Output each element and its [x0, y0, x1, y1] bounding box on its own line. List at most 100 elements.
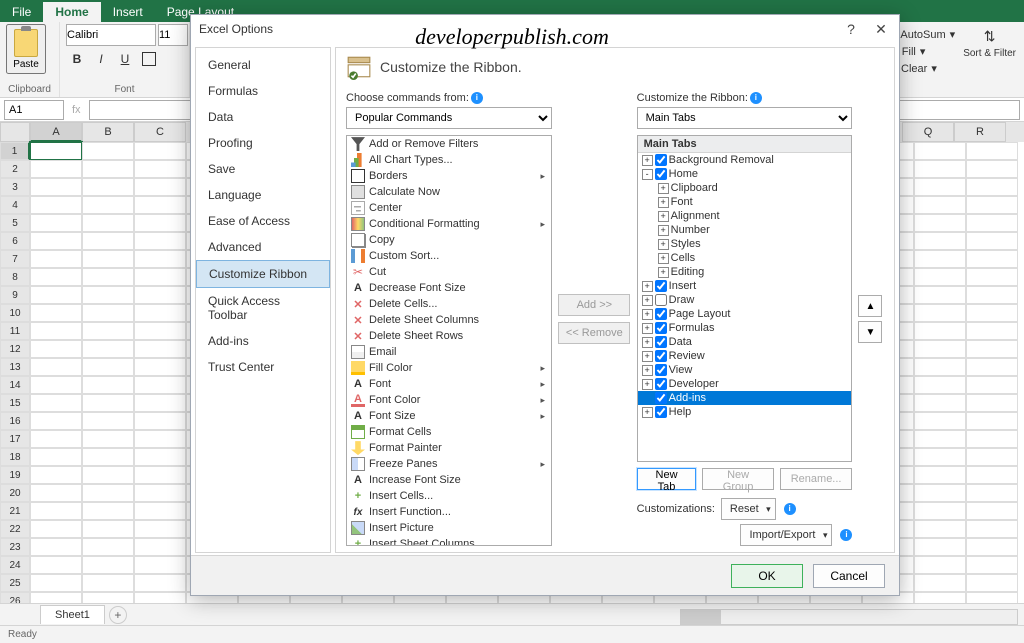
cell[interactable] — [134, 142, 186, 160]
command-item[interactable]: Freeze Panes▸ — [347, 456, 551, 472]
info-icon[interactable]: i — [840, 529, 852, 541]
row-header[interactable]: 6 — [0, 232, 30, 250]
info-icon[interactable]: i — [471, 92, 483, 104]
cell[interactable] — [30, 394, 82, 412]
row-header[interactable]: 14 — [0, 376, 30, 394]
row-header[interactable]: 11 — [0, 322, 30, 340]
cell[interactable] — [966, 574, 1018, 592]
tree-item-cells[interactable]: +Cells — [638, 251, 852, 265]
tree-item-number[interactable]: +Number — [638, 223, 852, 237]
nav-item-data[interactable]: Data — [196, 104, 330, 130]
row-header[interactable]: 7 — [0, 250, 30, 268]
command-item[interactable]: Conditional Formatting▸ — [347, 216, 551, 232]
cell[interactable] — [914, 520, 966, 538]
command-item[interactable]: ✕Delete Sheet Rows — [347, 328, 551, 344]
tree-checkbox[interactable] — [655, 378, 667, 390]
tree-checkbox[interactable] — [655, 280, 667, 292]
tree-checkbox[interactable] — [655, 308, 667, 320]
expand-icon[interactable]: + — [658, 253, 669, 264]
tree-item-draw[interactable]: +Draw — [638, 293, 852, 307]
cell[interactable] — [966, 232, 1018, 250]
tree-item-review[interactable]: +Review — [638, 349, 852, 363]
cell[interactable] — [966, 376, 1018, 394]
expand-icon[interactable]: + — [642, 365, 653, 376]
tree-item-styles[interactable]: +Styles — [638, 237, 852, 251]
row-header[interactable]: 16 — [0, 412, 30, 430]
cell[interactable] — [134, 358, 186, 376]
cell[interactable] — [30, 196, 82, 214]
cell[interactable] — [966, 412, 1018, 430]
cell[interactable] — [914, 574, 966, 592]
cell[interactable] — [82, 358, 134, 376]
nav-item-formulas[interactable]: Formulas — [196, 78, 330, 104]
cell[interactable] — [82, 448, 134, 466]
cell[interactable] — [30, 574, 82, 592]
nav-item-save[interactable]: Save — [196, 156, 330, 182]
cell[interactable] — [134, 268, 186, 286]
move-down-button[interactable]: ▼ — [858, 321, 882, 343]
cell[interactable] — [82, 340, 134, 358]
cell[interactable] — [914, 322, 966, 340]
cell[interactable] — [82, 178, 134, 196]
cell[interactable] — [966, 394, 1018, 412]
tree-item-view[interactable]: +View — [638, 363, 852, 377]
command-item[interactable]: ✕Delete Cells... — [347, 296, 551, 312]
nav-item-ease-of-access[interactable]: Ease of Access — [196, 208, 330, 234]
underline-button[interactable]: U — [114, 48, 136, 70]
cell[interactable] — [30, 232, 82, 250]
expand-icon[interactable]: + — [642, 407, 653, 418]
name-box[interactable] — [4, 100, 64, 120]
expand-icon[interactable]: + — [642, 337, 653, 348]
expand-icon[interactable]: + — [642, 155, 653, 166]
horizontal-scrollbar[interactable] — [680, 609, 1018, 625]
row-header[interactable]: 21 — [0, 502, 30, 520]
cell[interactable] — [966, 340, 1018, 358]
cell[interactable] — [134, 448, 186, 466]
nav-item-quick-access-toolbar[interactable]: Quick Access Toolbar — [196, 288, 330, 328]
cell[interactable] — [134, 178, 186, 196]
tree-item-font[interactable]: +Font — [638, 195, 852, 209]
cell[interactable] — [134, 520, 186, 538]
cell[interactable] — [914, 304, 966, 322]
cell[interactable] — [30, 322, 82, 340]
cell[interactable] — [134, 160, 186, 178]
nav-item-proofing[interactable]: Proofing — [196, 130, 330, 156]
cell[interactable] — [134, 340, 186, 358]
cell[interactable] — [82, 160, 134, 178]
tree-checkbox[interactable] — [655, 364, 667, 376]
row-header[interactable]: 22 — [0, 520, 30, 538]
cell[interactable] — [30, 556, 82, 574]
cell[interactable] — [966, 160, 1018, 178]
cell[interactable] — [134, 574, 186, 592]
cell[interactable] — [82, 322, 134, 340]
cell[interactable] — [30, 286, 82, 304]
expand-icon[interactable]: + — [658, 225, 669, 236]
expand-icon[interactable]: + — [642, 309, 653, 320]
cell[interactable] — [966, 214, 1018, 232]
cell[interactable] — [966, 466, 1018, 484]
font-name-select[interactable] — [66, 24, 156, 46]
cell[interactable] — [30, 412, 82, 430]
col-header-r[interactable]: R — [954, 122, 1006, 142]
command-item[interactable]: Format Painter — [347, 440, 551, 456]
tree-checkbox[interactable] — [655, 392, 667, 404]
cell[interactable] — [30, 358, 82, 376]
cell[interactable] — [134, 502, 186, 520]
cell[interactable] — [82, 376, 134, 394]
cell[interactable] — [134, 232, 186, 250]
cell[interactable] — [134, 286, 186, 304]
bold-button[interactable]: B — [66, 48, 88, 70]
command-item[interactable]: ✕Delete Sheet Columns — [347, 312, 551, 328]
new-sheet-button[interactable]: + — [109, 606, 127, 624]
cell[interactable] — [134, 556, 186, 574]
commands-listbox[interactable]: Add or Remove FiltersAll Chart Types...B… — [346, 135, 552, 546]
col-header-a[interactable]: A — [30, 122, 82, 142]
tab-file[interactable]: File — [0, 2, 43, 22]
add-button[interactable]: Add >> — [558, 294, 630, 316]
cell[interactable] — [30, 538, 82, 556]
nav-item-add-ins[interactable]: Add-ins — [196, 328, 330, 354]
cell[interactable] — [966, 304, 1018, 322]
cell[interactable] — [914, 160, 966, 178]
col-header-q[interactable]: Q — [902, 122, 954, 142]
cell[interactable] — [966, 358, 1018, 376]
